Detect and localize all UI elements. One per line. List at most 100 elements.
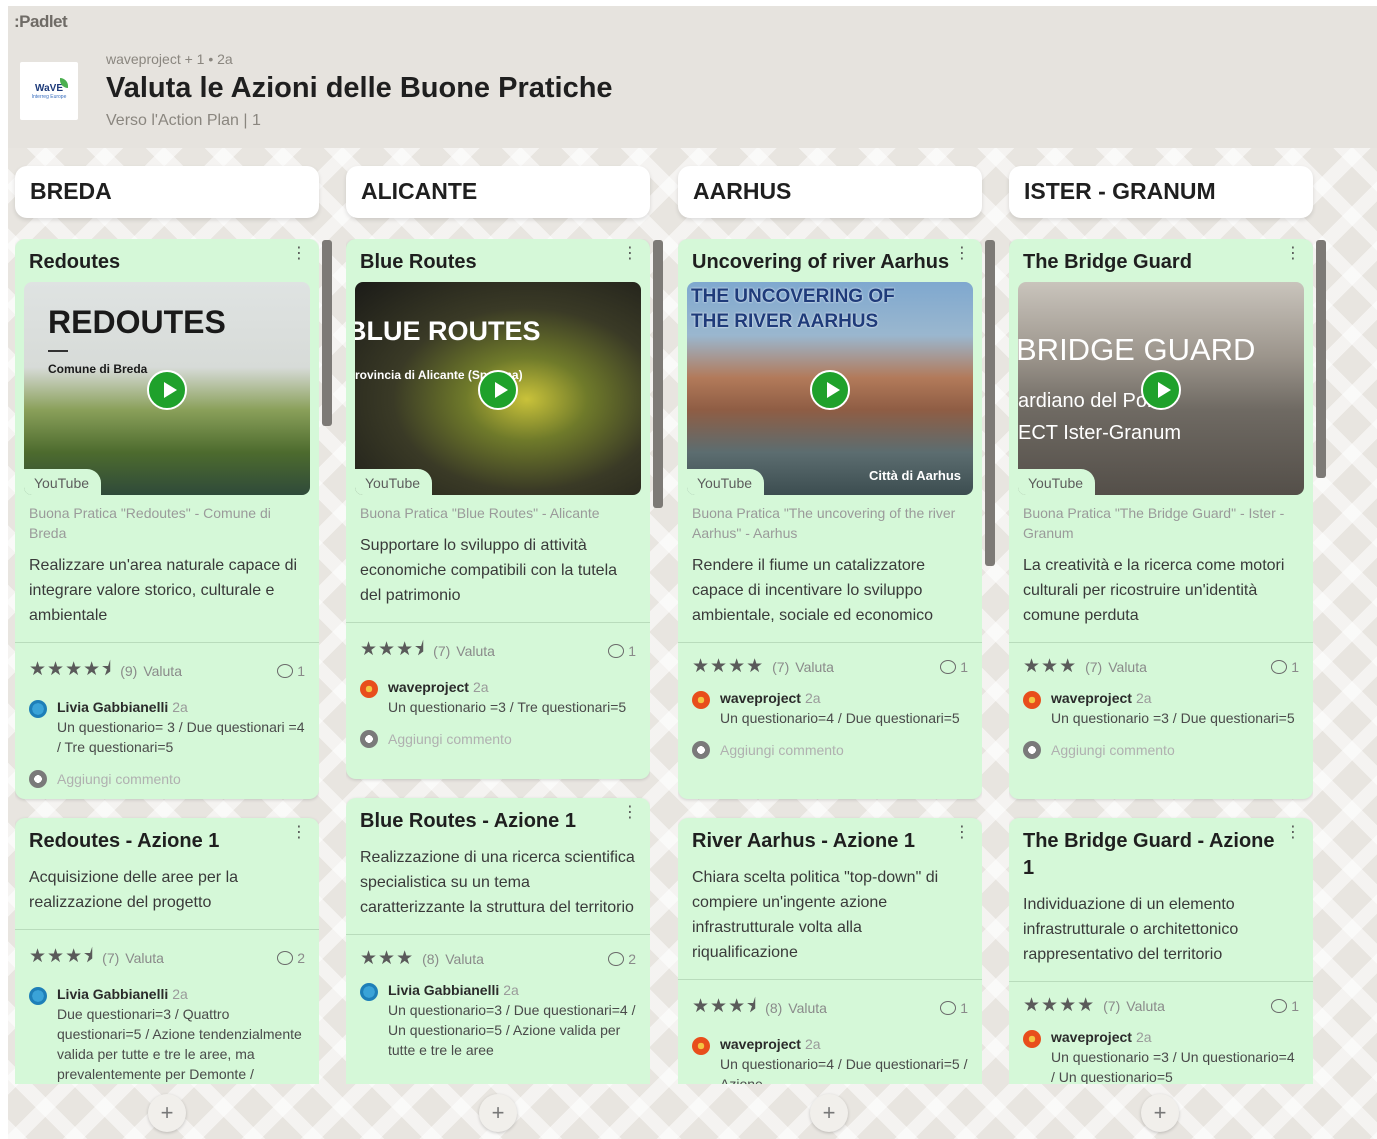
post-card[interactable]: ⋮ River Aarhus - Azione 1 Chiara scelta … [678,818,982,1084]
star-rating[interactable]: ★★★⯨ [692,992,757,1024]
rate-button[interactable]: Valuta [1126,998,1165,1014]
kebab-menu-icon[interactable]: ⋮ [1285,825,1301,841]
rate-button[interactable]: Valuta [445,951,484,967]
thumbnail-subtitle: Città di Aarhus [869,468,961,483]
column-header[interactable]: BREDA [15,166,319,218]
add-comment-field[interactable]: Aggiungi commento [360,729,636,748]
rate-button[interactable]: Valuta [1108,659,1147,675]
video-thumbnail[interactable]: REDOUTES Comune di Breda YouTube [24,282,310,495]
rating-count: (7) [1103,997,1121,1014]
add-comment-field[interactable]: Aggiungi commento [692,740,968,759]
padlet-logo[interactable]: :Padlet [14,12,68,32]
page-title: Valuta le Azioni delle Buone Pratiche [106,72,613,104]
star-rating[interactable]: ★★★★ [692,655,764,678]
avatar [692,1037,710,1055]
play-icon[interactable] [147,370,187,410]
kebab-menu-icon[interactable]: ⋮ [622,246,638,262]
column-header[interactable]: ALICANTE [346,166,650,218]
column-alicante: ALICANTE ⋮ Blue Routes BLUE ROUTES rovin… [346,166,663,1084]
play-icon[interactable] [478,370,518,410]
kebab-menu-icon[interactable]: ⋮ [291,246,307,262]
add-comment-placeholder: Aggiungi commento [1051,741,1175,758]
divider [346,622,650,623]
kebab-menu-icon[interactable]: ⋮ [954,825,970,841]
post-card[interactable]: ⋮ Uncovering of river Aarhus THE UNCOVER… [678,239,982,799]
column-scrollbar[interactable] [653,240,663,508]
post-card[interactable]: ⋮ Blue Routes - Azione 1 Realizzazione d… [346,798,650,1084]
source-tag: YouTube [355,469,433,495]
comment-count[interactable]: 2 [608,951,636,967]
thumbnail-subtitle-2: ECT Ister-Granum [1018,422,1181,444]
kebab-menu-icon[interactable]: ⋮ [1285,246,1301,262]
play-icon[interactable] [810,370,850,410]
user-avatar [1023,741,1041,759]
comment-bubble-icon [608,644,625,658]
video-thumbnail[interactable]: BRIDGE GUARD ardiano del Ponte ECT Ister… [1018,282,1304,495]
comment-text: Un questionario= 3 / Due questionari =4 … [57,719,305,755]
star-rating[interactable]: ★★★ [360,947,414,970]
comment-count-value: 1 [628,643,636,659]
rate-button[interactable]: Valuta [795,659,834,675]
logo-text: WaVE [35,82,63,94]
video-thumbnail[interactable]: THE UNCOVERING OF THE RIVER AARHUS Città… [687,282,973,495]
kebab-menu-icon[interactable]: ⋮ [954,246,970,262]
column-header[interactable]: ISTER - GRANUM [1009,166,1313,218]
divider [346,934,650,935]
post-card[interactable]: ⋮ The Bridge Guard - Azione 1 Individuaz… [1009,818,1313,1084]
star-rating[interactable]: ★★★★ [1023,994,1095,1017]
add-post-button[interactable]: + [1141,1094,1179,1132]
post-title: Redoutes - Azione 1 [29,830,220,852]
post-card[interactable]: ⋮ Redoutes REDOUTES Comune di Breda YouT… [15,239,319,799]
column-scrollbar[interactable] [985,240,995,566]
comment-count[interactable]: 1 [1271,998,1299,1014]
thumbnail-subtitle: Comune di Breda [48,362,148,376]
comment-text: Un questionario =3 / Due questionari=5 [1051,710,1295,726]
star-rating[interactable]: ★★★ [1023,655,1077,678]
post-title: The Bridge Guard - Azione 1 [1023,830,1275,879]
kebab-menu-icon[interactable]: ⋮ [291,825,307,841]
add-post-button[interactable]: + [148,1094,186,1132]
rating-row: ★★★⯨ (7) Valuta 2 [29,942,305,974]
star-rating[interactable]: ★★★⯨ [360,635,425,667]
comment-author: waveproject [720,690,801,706]
rating-count: (7) [102,950,120,966]
column-scrollbar[interactable] [1316,240,1326,478]
play-icon[interactable] [1141,370,1181,410]
comment-author: waveproject [1051,690,1132,706]
comment-count[interactable]: 1 [608,643,636,659]
column-header[interactable]: AARHUS [678,166,982,218]
rating-count: (8) [422,950,440,967]
comment-count[interactable]: 1 [277,663,305,679]
comment-count[interactable]: 1 [940,659,968,675]
add-post-button[interactable]: + [479,1094,517,1132]
star-rating[interactable]: ★★★★⯨ [29,655,112,687]
comment-time: 2a [1135,690,1152,706]
column-body: ⋮ Redoutes REDOUTES Comune di Breda YouT… [15,239,319,1084]
add-comment-field[interactable]: Aggiungi commento [29,769,305,788]
comment-bubble-icon [940,659,957,674]
comment-count[interactable]: 1 [940,1000,968,1016]
rating-row: ★★★★ (7) Valuta 1 [1023,994,1299,1017]
post-title: Redoutes [29,251,121,273]
add-post-button[interactable]: + [810,1094,848,1132]
comment: waveproject 2a Un questionario=4 / Due qu… [692,1036,968,1084]
video-thumbnail[interactable]: BLUE ROUTES rovincia di Alicante (Sp...g… [355,282,641,495]
star-rating[interactable]: ★★★⯨ [29,942,94,974]
post-card[interactable]: ⋮ Blue Routes BLUE ROUTES rovincia di Al… [346,239,650,779]
post-card[interactable]: ⋮ The Bridge Guard BRIDGE GUARD ardiano … [1009,239,1313,799]
rate-button[interactable]: Valuta [456,643,495,659]
kebab-menu-icon[interactable]: ⋮ [622,805,638,821]
board-subtitle: Verso l'Action Plan | 1 [106,112,261,129]
comment-count[interactable]: 2 [277,950,305,966]
rate-button[interactable]: Valuta [143,663,182,679]
user-avatar [360,730,378,748]
rate-button[interactable]: Valuta [125,950,164,966]
column-scrollbar[interactable] [322,240,332,426]
post-card[interactable]: ⋮ Redoutes - Azione 1 Acquisizione delle… [15,818,319,1084]
rate-button[interactable]: Valuta [788,1000,827,1016]
add-comment-field[interactable]: Aggiungi commento [1023,740,1299,759]
post-title: Uncovering of river Aarhus [692,251,950,273]
comment-count[interactable]: 1 [1271,659,1299,675]
post-subtext: Buona Pratica "Redoutes" - Comune di Bre… [29,505,271,541]
post-subtext: Buona Pratica "The Bridge Guard" - Ister… [1023,505,1285,541]
